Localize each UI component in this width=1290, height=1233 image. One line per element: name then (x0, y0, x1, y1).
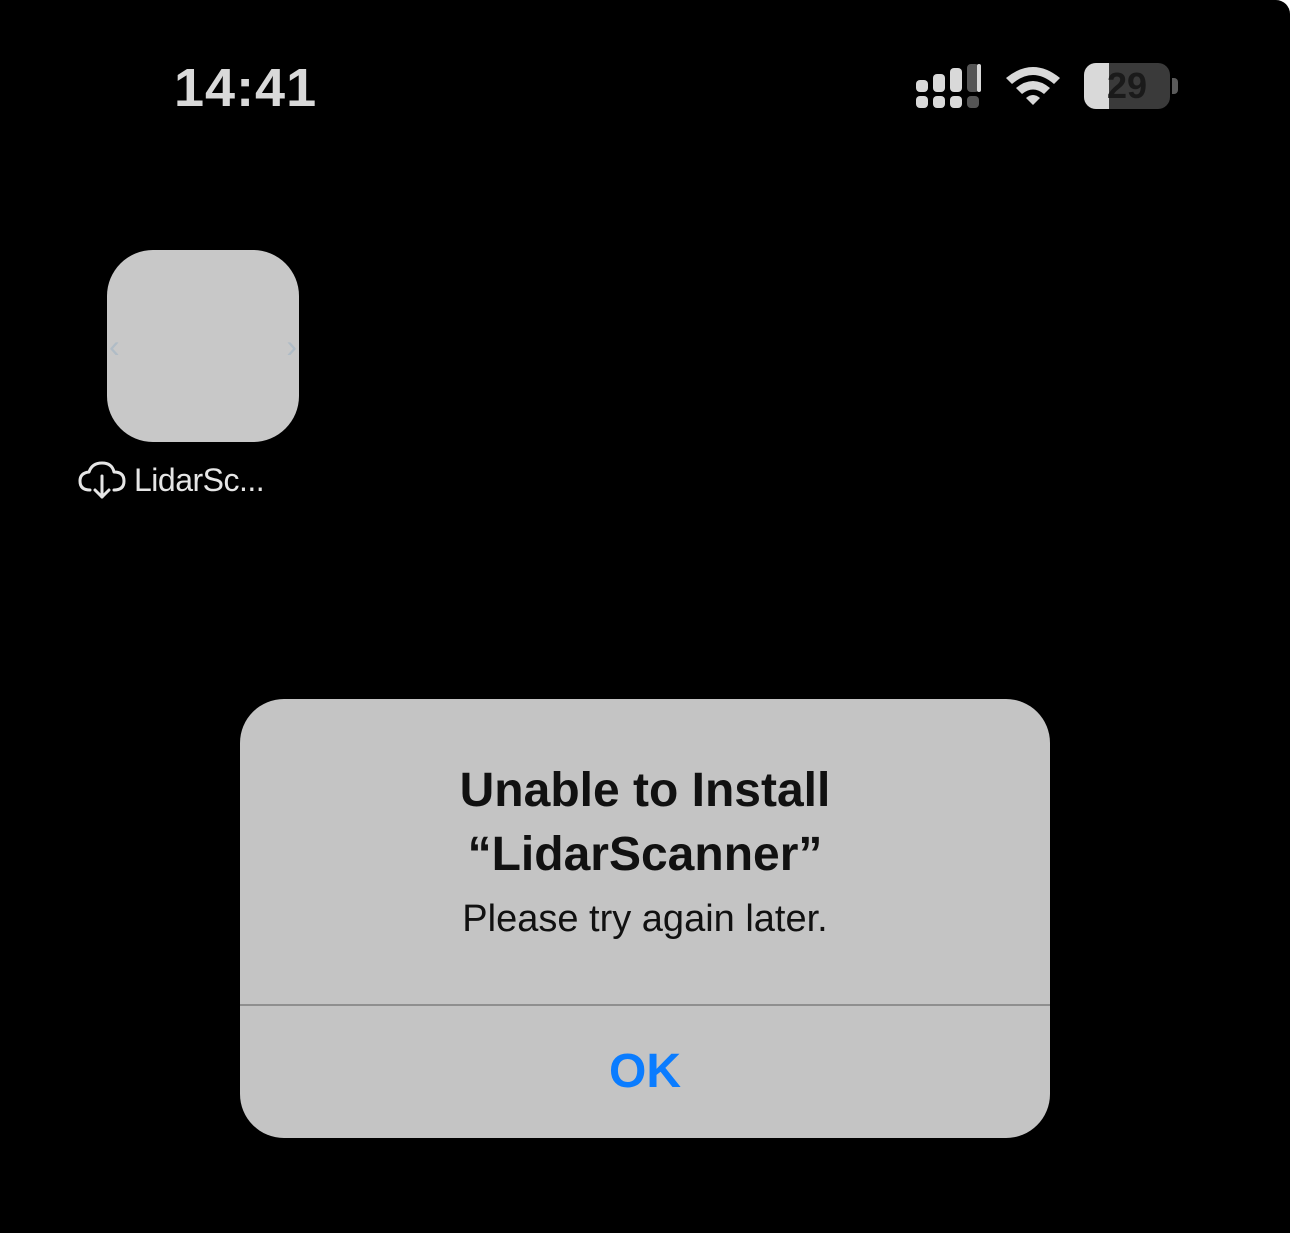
battery-icon: 29 (1084, 63, 1170, 109)
app-label-row[interactable]: LidarSc... (78, 456, 265, 504)
ok-button[interactable]: OK (240, 1006, 1050, 1138)
alert-title: Unable to Install “LidarScanner” (459, 764, 831, 881)
battery-tip (1172, 78, 1178, 94)
app-icon-lidarscanner[interactable]: ‹ › (107, 250, 299, 442)
home-screen: 14:41 29 ‹ › LidarSc... Unable to Instal… (0, 0, 1290, 1233)
chevron-left-icon: ‹ (109, 328, 120, 364)
battery-level: 29 (1106, 65, 1148, 106)
status-time: 14:41 (174, 58, 318, 118)
signal-icon (916, 64, 981, 108)
wifi-icon (1006, 67, 1060, 105)
alert-dialog: Unable to Install “LidarScanner” Please … (240, 699, 1050, 1138)
app-label: LidarSc... (134, 461, 265, 498)
cloud-download-icon (78, 461, 126, 499)
chevron-right-icon: › (286, 328, 297, 364)
alert-message: Please try again later. (462, 898, 828, 940)
